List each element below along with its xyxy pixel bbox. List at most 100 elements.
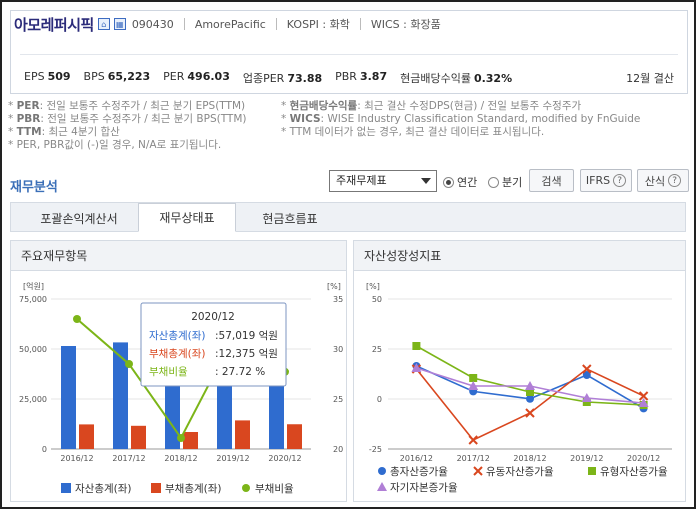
y-tick-label: 50 — [372, 295, 382, 304]
y-tick-label: 0 — [377, 395, 382, 404]
tab-cash-flow[interactable]: 현금흐름표 — [236, 204, 344, 232]
bar-total-liabilities — [131, 425, 146, 449]
legend-label: 총자산증가율 — [390, 466, 448, 478]
metric-dividend-yield: 현금배당수익률 0.32% — [400, 72, 513, 85]
tab-balance-sheet[interactable]: 재무상태표 — [138, 203, 236, 232]
metric-bps: BPS 65,223 — [83, 70, 151, 83]
x-tick-label: 2018/12 — [164, 454, 197, 463]
left-tick-label: 50,000 — [19, 345, 47, 354]
right-tick-label: 30 — [333, 345, 343, 354]
tooltip-value: : 27.72 % — [215, 366, 265, 378]
tooltip-period: 2020/12 — [191, 311, 235, 323]
bar-total-assets — [61, 346, 76, 449]
series-point — [377, 482, 387, 491]
panel-title: 자산성장성지표 — [354, 241, 685, 271]
building-icon[interactable]: ▦ — [113, 18, 126, 30]
tab-label: 포괄손익계산서 — [40, 211, 118, 226]
metric-pbr: PBR 3.87 — [335, 70, 388, 83]
legend-swatch — [61, 483, 71, 493]
y-axis-unit: [%] — [366, 282, 380, 291]
legend-swatch — [242, 484, 250, 492]
asset-growth-line-chart: [%] -25 0 25 50 2016/12 2017/12 2018/12 2019/12 2… — [366, 282, 672, 494]
series-line — [415, 368, 644, 441]
fiscal-year-end: 12월 결산 — [626, 72, 674, 85]
select-value: 주재무제표 — [336, 174, 387, 187]
chevron-down-icon — [421, 178, 431, 184]
section-title: 재무분석 — [10, 180, 58, 195]
bar-total-assets — [113, 342, 128, 449]
debt-ratio-point — [73, 315, 81, 323]
tab-income-statement[interactable]: 포괄손익계산서 — [20, 204, 138, 232]
company-name[interactable]: 아모레퍼시픽 — [14, 14, 94, 35]
tooltip-value: :57,019 억원 — [215, 330, 278, 342]
metric-per: PER 496.03 — [163, 70, 230, 83]
metric-eps: EPS 509 — [24, 70, 71, 83]
left-tick-label: 75,000 — [19, 295, 47, 304]
company-title-row: 아모레퍼시픽 ⌂ ▦ 090430 AmorePacific KOSPI : 화… — [14, 14, 441, 34]
home-icon[interactable]: ⌂ — [97, 18, 110, 30]
series-point — [378, 467, 386, 475]
right-tick-label: 25 — [333, 395, 343, 404]
radio-button-icon — [443, 176, 454, 188]
note-line: * WICS: WISE Industry Classification Sta… — [281, 113, 641, 125]
legend-label: 부채총계(좌) — [165, 483, 222, 495]
header-divider — [20, 54, 678, 55]
x-tick-label: 2016/12 — [60, 454, 93, 463]
radio-annual[interactable]: 연간 — [443, 174, 477, 190]
panel-key-financials: 주요재무항목 [억원] [%] 0 25,000 50,000 75,000 20 25 30 3… — [10, 240, 347, 502]
note-line: * TTM: 최근 4분기 합산 — [8, 126, 120, 138]
metrics-row: EPS 509 BPS 65,223 PER 496.03 업종PER 73.88 PB… — [24, 70, 525, 86]
divider — [183, 18, 185, 30]
y-tick-label: 25 — [372, 345, 382, 354]
legend-label: 유동자산증가율 — [486, 466, 554, 478]
legend-label: 자산총계(좌) — [75, 483, 132, 495]
divider — [359, 18, 361, 30]
note-line: * PER: 전일 보통주 수정주가 / 최근 분기 EPS(TTM) — [8, 100, 246, 112]
tooltip-label: 부채비율 — [149, 366, 188, 378]
note-line: * 현금배당수익률: 최근 결산 수정DPS(현금) / 전일 보통주 수정주가 — [281, 100, 582, 112]
left-tick-label: 0 — [42, 445, 47, 454]
ifrs-help-button[interactable]: IFRS? — [580, 169, 632, 192]
note-line: * TTM 데이터가 없는 경우, 최근 결산 데이터로 표시됩니다. — [281, 126, 545, 138]
series-point — [469, 374, 478, 382]
formula-label: 산식 — [644, 174, 666, 188]
note-line: * PER, PBR값이 (-)일 경우, N/A로 표기됩니다. — [8, 139, 222, 151]
tab-label: 재무상태표 — [159, 211, 215, 225]
financials-combo-chart: [억원] [%] 0 25,000 50,000 75,000 20 25 30 35 2016/1… — [19, 281, 343, 495]
radio-label: 연간 — [457, 176, 478, 189]
divider — [275, 18, 277, 30]
radio-quarter[interactable]: 분기 — [488, 174, 522, 190]
ifrs-label: IFRS — [585, 174, 611, 187]
tooltip-value: :12,375 억원 — [215, 348, 278, 360]
formula-help-button[interactable]: 산식? — [637, 169, 689, 192]
search-button[interactable]: 검색 — [529, 169, 574, 192]
wics-info: WICS : 화장품 — [370, 18, 441, 31]
x-tick-label: 2019/12 — [570, 454, 603, 463]
tooltip-label: 자산총계(좌) — [149, 330, 206, 342]
x-tick-label: 2016/12 — [400, 454, 433, 463]
x-tick-label: 2018/12 — [513, 454, 546, 463]
search-button-label: 검색 — [541, 174, 562, 188]
english-name: AmorePacific — [194, 17, 266, 31]
y-tick-label: -25 — [369, 445, 382, 454]
x-tick-label: 2019/12 — [216, 454, 249, 463]
stock-code: 090430 — [131, 17, 174, 31]
x-tick-label: 2020/12 — [627, 454, 660, 463]
tab-label: 현금흐름표 — [262, 211, 318, 226]
right-tick-label: 20 — [333, 445, 343, 454]
notes-right: * 현금배당수익률: 최근 결산 수정DPS(현금) / 전일 보통주 수정주가… — [281, 100, 640, 139]
left-tick-label: 25,000 — [19, 395, 47, 404]
series-point — [588, 467, 596, 475]
metric-industry-per: 업종PER 73.88 — [242, 72, 323, 85]
question-icon: ? — [668, 174, 682, 187]
legend-swatch — [151, 483, 161, 493]
series-point — [412, 342, 421, 350]
legend-label: 부채비율 — [255, 483, 294, 495]
radio-label: 분기 — [502, 176, 523, 189]
note-line: * PBR: 전일 보통주 수정주가 / 최근 분기 BPS(TTM) — [8, 113, 247, 125]
bar-total-liabilities — [235, 420, 250, 449]
tooltip-label: 부채총계(좌) — [149, 348, 206, 360]
statement-select[interactable]: 주재무제표 — [329, 170, 437, 192]
x-tick-label: 2020/12 — [268, 454, 301, 463]
market-info: KOSPI : 화학 — [286, 18, 350, 31]
